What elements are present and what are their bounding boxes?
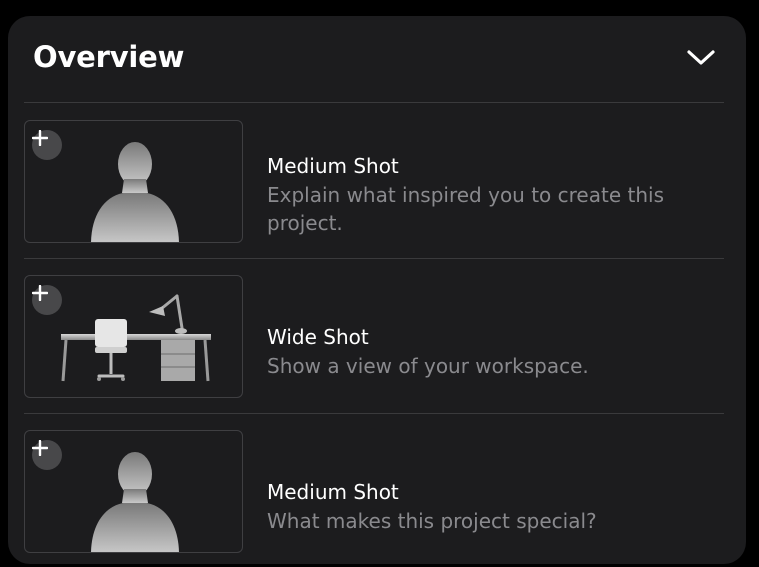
shot-description: What makes this project special?: [267, 509, 597, 533]
divider: [24, 413, 724, 414]
person-silhouette-icon: [91, 142, 179, 242]
shot-title: Wide Shot: [267, 325, 369, 349]
plus-icon[interactable]: [32, 285, 62, 315]
shot-row-medium-1[interactable]: Medium Shot Explain what inspired you to…: [24, 120, 724, 244]
shot-text: Medium Shot What makes this project spec…: [267, 479, 707, 535]
thumbnail-workspace[interactable]: [24, 275, 243, 398]
divider: [24, 102, 724, 103]
shot-title: Medium Shot: [267, 154, 399, 178]
person-silhouette-icon: [91, 452, 179, 552]
plus-icon[interactable]: [32, 440, 62, 470]
overview-header[interactable]: Overview: [8, 16, 746, 102]
shot-text: Wide Shot Show a view of your workspace.: [267, 324, 707, 380]
plus-icon[interactable]: [32, 130, 62, 160]
desk-workspace-icon: [61, 294, 211, 382]
shot-row-medium-2[interactable]: Medium Shot What makes this project spec…: [24, 430, 724, 554]
shot-text: Medium Shot Explain what inspired you to…: [267, 153, 707, 237]
overview-title: Overview: [33, 40, 185, 74]
shot-title: Medium Shot: [267, 480, 399, 504]
chevron-down-icon[interactable]: [684, 46, 718, 70]
divider: [24, 258, 724, 259]
top-edge: [0, 0, 759, 16]
overview-panel: Overview Medium Shot Explain what inspir…: [8, 16, 746, 564]
shot-description: Explain what inspired you to create this…: [267, 183, 664, 235]
shot-row-wide[interactable]: Wide Shot Show a view of your workspace.: [24, 275, 724, 399]
thumbnail-person[interactable]: [24, 120, 243, 243]
thumbnail-person[interactable]: [24, 430, 243, 553]
shot-description: Show a view of your workspace.: [267, 354, 589, 378]
